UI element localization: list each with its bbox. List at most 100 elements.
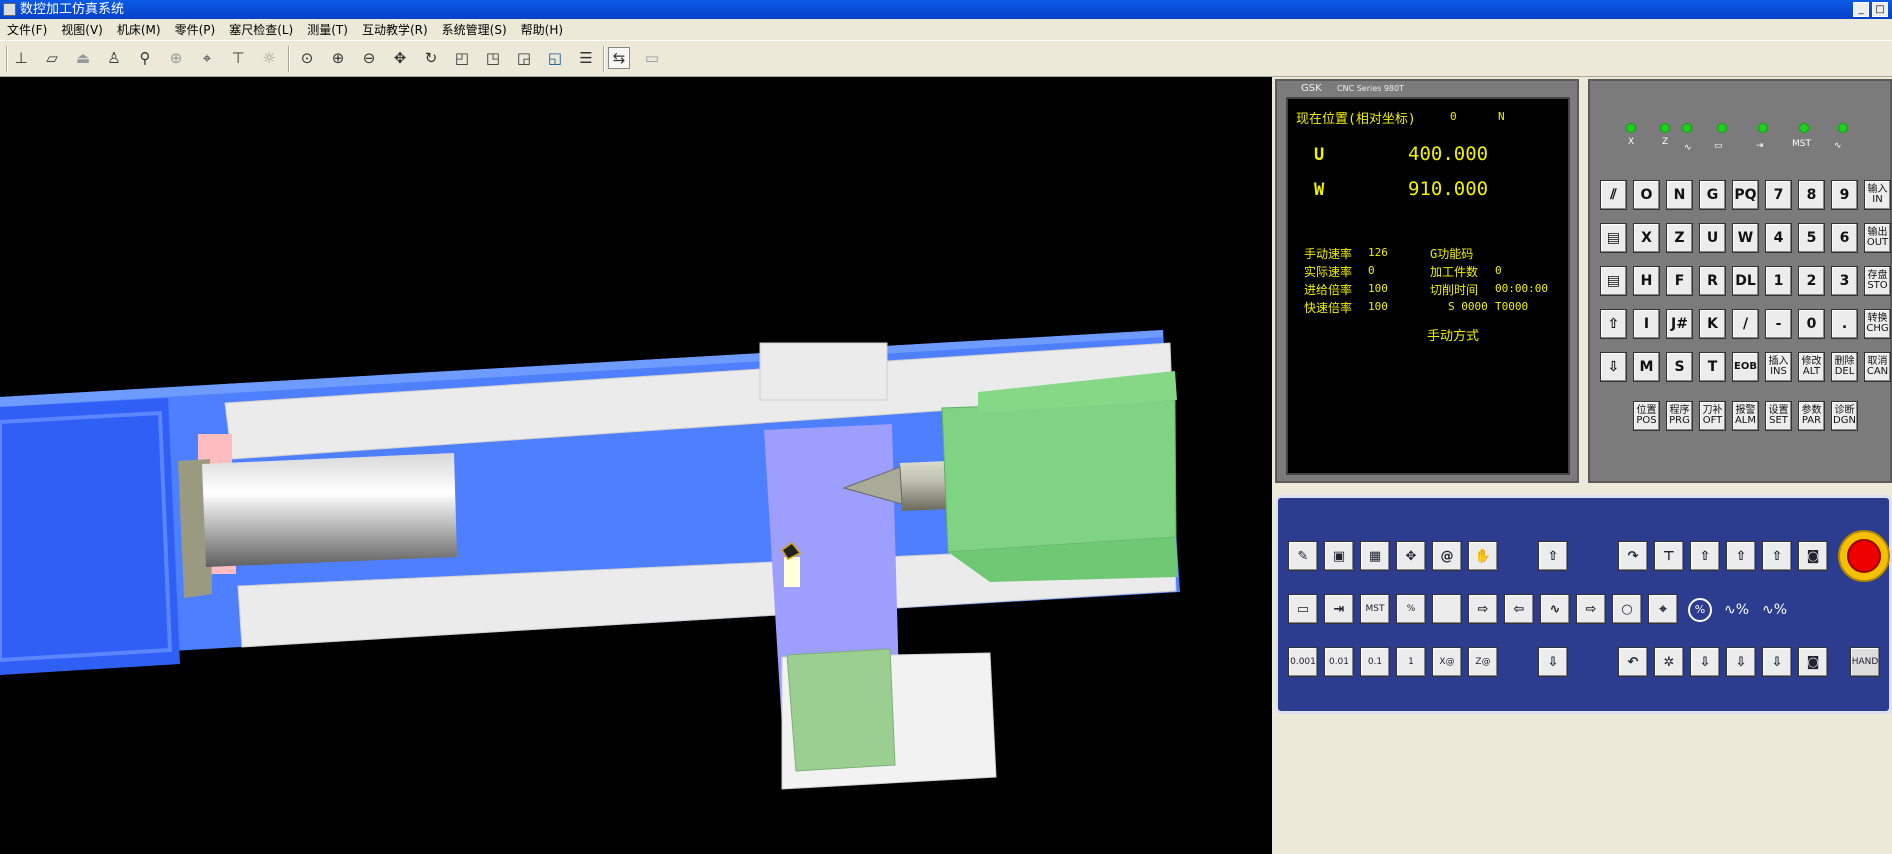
- key-u[interactable]: U: [1699, 223, 1726, 253]
- zoom-in-icon[interactable]: ⊕: [327, 47, 349, 69]
- switch-icon[interactable]: ⇆: [608, 47, 630, 69]
- menu-feeler[interactable]: 塞尺检查(L): [222, 19, 300, 41]
- key-5[interactable]: 5: [1798, 223, 1825, 253]
- auto-mode-icon[interactable]: ▣: [1324, 541, 1354, 571]
- hide-panel-icon[interactable]: ▭: [641, 47, 663, 69]
- key-o[interactable]: O: [1633, 180, 1660, 210]
- tool-change-icon[interactable]: ⌖: [1648, 594, 1678, 624]
- dgn-key[interactable]: 诊断DGN: [1831, 401, 1858, 431]
- cancel-key[interactable]: 取消CAN: [1864, 352, 1891, 382]
- rapid-icon[interactable]: ∿: [1540, 594, 1570, 624]
- origin-icon[interactable]: ○: [1612, 594, 1642, 624]
- alm-key[interactable]: 报警ALM: [1732, 401, 1759, 431]
- delete-key[interactable]: 删除DEL: [1831, 352, 1858, 382]
- menu-measure[interactable]: 测量(T): [300, 19, 355, 41]
- machine-3d-view[interactable]: [0, 77, 1272, 854]
- prg-key[interactable]: 程序PRG: [1666, 401, 1693, 431]
- zoom-window-icon[interactable]: ⊙: [296, 47, 318, 69]
- key-k[interactable]: K: [1699, 309, 1726, 339]
- key-w[interactable]: W: [1732, 223, 1759, 253]
- pos-key[interactable]: 位置POS: [1633, 401, 1660, 431]
- inc-0001-button[interactable]: 0.001: [1288, 647, 1318, 677]
- set-key[interactable]: 设置SET: [1765, 401, 1792, 431]
- key-g[interactable]: G: [1699, 180, 1726, 210]
- change-key[interactable]: 转换CHG: [1864, 309, 1891, 339]
- jog-mode-icon[interactable]: ✋: [1468, 541, 1498, 571]
- dry-run-button[interactable]: %: [1396, 594, 1426, 624]
- hand-button[interactable]: HAND: [1850, 647, 1880, 677]
- z-plus-icon[interactable]: ⇨: [1576, 594, 1606, 624]
- rapid-up-icon[interactable]: ⇧: [1726, 541, 1756, 571]
- page-key[interactable]: ▤: [1600, 223, 1627, 253]
- spindle-ccw-icon[interactable]: ↶: [1618, 647, 1648, 677]
- key-x[interactable]: X: [1633, 223, 1660, 253]
- menu-teaching[interactable]: 互动教学(R): [355, 19, 435, 41]
- spindle-override-button[interactable]: %: [1688, 598, 1712, 622]
- view-left-icon[interactable]: ◰: [451, 47, 473, 69]
- spindle-down-icon[interactable]: ⇩: [1690, 647, 1720, 677]
- key-2[interactable]: 2: [1798, 266, 1825, 296]
- feed-down-icon[interactable]: ⇩: [1762, 647, 1792, 677]
- view-top-icon[interactable]: ◱: [544, 47, 566, 69]
- edit-mode-icon[interactable]: ✎: [1288, 541, 1318, 571]
- eob-key[interactable]: EOB: [1732, 352, 1759, 382]
- menu-file[interactable]: 文件(F): [0, 19, 54, 41]
- x-plus-icon[interactable]: ⇧: [1538, 541, 1568, 571]
- page-down-key[interactable]: ▤: [1600, 266, 1627, 296]
- key-dot[interactable]: .: [1831, 309, 1858, 339]
- key-f[interactable]: F: [1666, 266, 1693, 296]
- mpg-mode-icon[interactable]: @: [1432, 541, 1462, 571]
- store-key[interactable]: 存盘STO: [1864, 266, 1891, 296]
- inc-1-button[interactable]: 1: [1396, 647, 1426, 677]
- oft-key[interactable]: 刀补OFT: [1699, 401, 1726, 431]
- x-minus-icon[interactable]: ⇩: [1538, 647, 1568, 677]
- key-0[interactable]: 0: [1798, 309, 1825, 339]
- tool-offset-icon[interactable]: ⌖: [196, 47, 218, 69]
- key-r[interactable]: R: [1699, 266, 1726, 296]
- cursor-down-key[interactable]: ⇩: [1600, 352, 1627, 382]
- key-pq[interactable]: PQ: [1732, 180, 1759, 210]
- key-9[interactable]: 9: [1831, 180, 1858, 210]
- key-h[interactable]: H: [1633, 266, 1660, 296]
- spindle-cw-icon[interactable]: ↷: [1618, 541, 1648, 571]
- x-zero-button[interactable]: X@: [1432, 647, 1462, 677]
- key-i[interactable]: I: [1633, 309, 1660, 339]
- coolant-icon[interactable]: ⊤: [1654, 541, 1684, 571]
- feed-up-icon[interactable]: ⇧: [1762, 541, 1792, 571]
- menu-part[interactable]: 零件(P): [168, 19, 223, 41]
- key-3[interactable]: 3: [1831, 266, 1858, 296]
- key-8[interactable]: 8: [1798, 180, 1825, 210]
- spindle-up-icon[interactable]: ⇧: [1690, 541, 1720, 571]
- control-panel-icon[interactable]: ☰: [575, 47, 597, 69]
- input-key[interactable]: 输入IN: [1864, 180, 1891, 210]
- maximize-button[interactable]: □: [1872, 2, 1888, 17]
- clamp-icon[interactable]: ⏏: [72, 47, 94, 69]
- feed-hold-icon[interactable]: ◙: [1798, 647, 1828, 677]
- output-key[interactable]: 输出OUT: [1864, 223, 1891, 253]
- insert-key[interactable]: 插入INS: [1765, 352, 1792, 382]
- key-minus[interactable]: -: [1765, 309, 1792, 339]
- mdi-mode-icon[interactable]: ▦: [1360, 541, 1390, 571]
- par-key[interactable]: 参数PAR: [1798, 401, 1825, 431]
- cursor-up-key[interactable]: ⇧: [1600, 309, 1627, 339]
- rapid-down-icon[interactable]: ⇩: [1726, 647, 1756, 677]
- pan-icon[interactable]: ✥: [389, 47, 411, 69]
- z-zero-button[interactable]: Z@: [1468, 647, 1498, 677]
- key-4[interactable]: 4: [1765, 223, 1792, 253]
- view-right-icon[interactable]: ◳: [482, 47, 504, 69]
- cycle-start-icon[interactable]: ◙: [1798, 541, 1828, 571]
- zoom-out-icon[interactable]: ⊖: [358, 47, 380, 69]
- z-minus-jog-icon[interactable]: ⇨: [1468, 594, 1498, 624]
- machine-icon[interactable]: ⊥: [10, 47, 32, 69]
- menu-help[interactable]: 帮助(H): [514, 19, 570, 41]
- key-7[interactable]: 7: [1765, 180, 1792, 210]
- menu-machine[interactable]: 机床(M): [110, 19, 168, 41]
- z-minus-icon[interactable]: ⇦: [1504, 594, 1534, 624]
- single-block-icon[interactable]: ▭: [1288, 594, 1318, 624]
- key-n[interactable]: N: [1666, 180, 1693, 210]
- alter-key[interactable]: 修改ALT: [1798, 352, 1825, 382]
- key-t[interactable]: T: [1699, 352, 1726, 382]
- inc-01-button[interactable]: 0.1: [1360, 647, 1390, 677]
- stock-icon[interactable]: ▱: [41, 47, 63, 69]
- key-z[interactable]: Z: [1666, 223, 1693, 253]
